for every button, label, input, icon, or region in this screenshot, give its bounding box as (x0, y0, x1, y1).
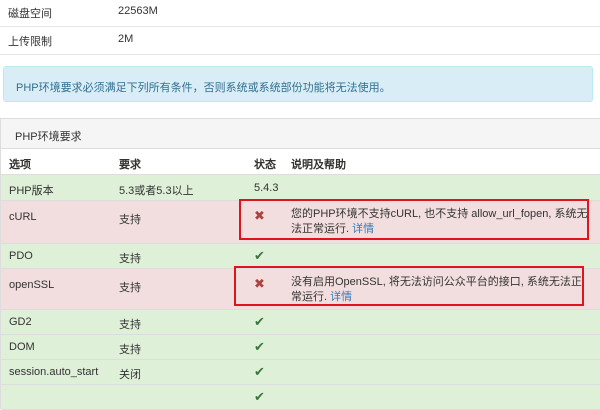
help-cell: 没有启用OpenSSL, 将无法访问公众平台的接口, 系统无法正常运行. 详情 (291, 275, 591, 305)
panel-title: PHP环境要求 (15, 131, 82, 143)
help-cell: 您的PHP环境不支持cURL, 也不支持 allow_url_fopen, 系统… (291, 207, 591, 237)
table-row: GD2 支持 ✔ (1, 310, 600, 335)
cross-icon: ✖ (254, 208, 265, 223)
table-header-row: 选项 要求 状态 说明及帮助 (1, 149, 600, 175)
option-requirement: 5.3或者5.3以上 (119, 185, 194, 197)
check-icon: ✔ (254, 364, 265, 379)
option-requirement: 支持 (119, 344, 141, 356)
header-requirement: 要求 (119, 159, 141, 171)
header-help: 说明及帮助 (291, 159, 346, 171)
info-key: 上传限制 (8, 36, 52, 48)
option-requirement: 支持 (119, 319, 141, 331)
table-row: ✔ (1, 385, 600, 410)
check-icon: ✔ (254, 314, 265, 329)
option-name: openSSL (9, 279, 55, 291)
header-status: 状态 (254, 159, 276, 171)
table-row: PDO 支持 ✔ (1, 244, 600, 269)
option-name: cURL (9, 211, 37, 223)
alert-text: PHP环境要求必须满足下列所有条件，否则系统或系统部份功能将无法使用。 (16, 82, 391, 94)
status-value: 5.4.3 (254, 182, 279, 194)
option-name: PDO (9, 250, 33, 262)
info-key: 磁盘空间 (8, 8, 52, 20)
php-requirements-panel: PHP环境要求 选项 要求 状态 说明及帮助 PHP版本 5.3或者5.3以上 … (0, 118, 600, 410)
option-name: session.auto_start (9, 366, 99, 378)
option-name: DOM (9, 341, 35, 353)
cross-icon: ✖ (254, 276, 265, 291)
table-row: cURL 支持 ✖ 您的PHP环境不支持cURL, 也不支持 allow_url… (1, 201, 600, 244)
option-requirement: 关闭 (119, 369, 141, 381)
info-row-upload: 上传限制 2M (0, 26, 600, 55)
header-option: 选项 (9, 159, 31, 171)
check-icon: ✔ (254, 248, 265, 263)
table-row: openSSL 支持 ✖ 没有启用OpenSSL, 将无法访问公众平台的接口, … (1, 269, 600, 310)
panel-heading: PHP环境要求 (1, 119, 600, 149)
details-link[interactable]: 详情 (352, 223, 374, 235)
table-row: DOM 支持 ✔ (1, 335, 600, 360)
option-name: PHP版本 (9, 185, 54, 197)
requirement-alert: PHP环境要求必须满足下列所有条件，否则系统或系统部份功能将无法使用。 (3, 66, 593, 102)
table-row: PHP版本 5.3或者5.3以上 5.4.3 (1, 175, 600, 201)
option-requirement: 支持 (119, 282, 141, 294)
option-name: GD2 (9, 316, 32, 328)
check-icon: ✔ (254, 339, 265, 354)
help-text: 您的PHP环境不支持cURL, 也不支持 allow_url_fopen, 系统… (291, 208, 588, 235)
info-row-disk: 磁盘空间 22563M (0, 0, 600, 27)
details-link[interactable]: 详情 (330, 291, 352, 303)
info-value: 22563M (118, 5, 158, 17)
table-row: session.auto_start 关闭 ✔ (1, 360, 600, 385)
info-value: 2M (118, 33, 134, 45)
check-icon: ✔ (254, 389, 265, 404)
option-requirement: 支持 (119, 253, 141, 265)
option-requirement: 支持 (119, 214, 141, 226)
